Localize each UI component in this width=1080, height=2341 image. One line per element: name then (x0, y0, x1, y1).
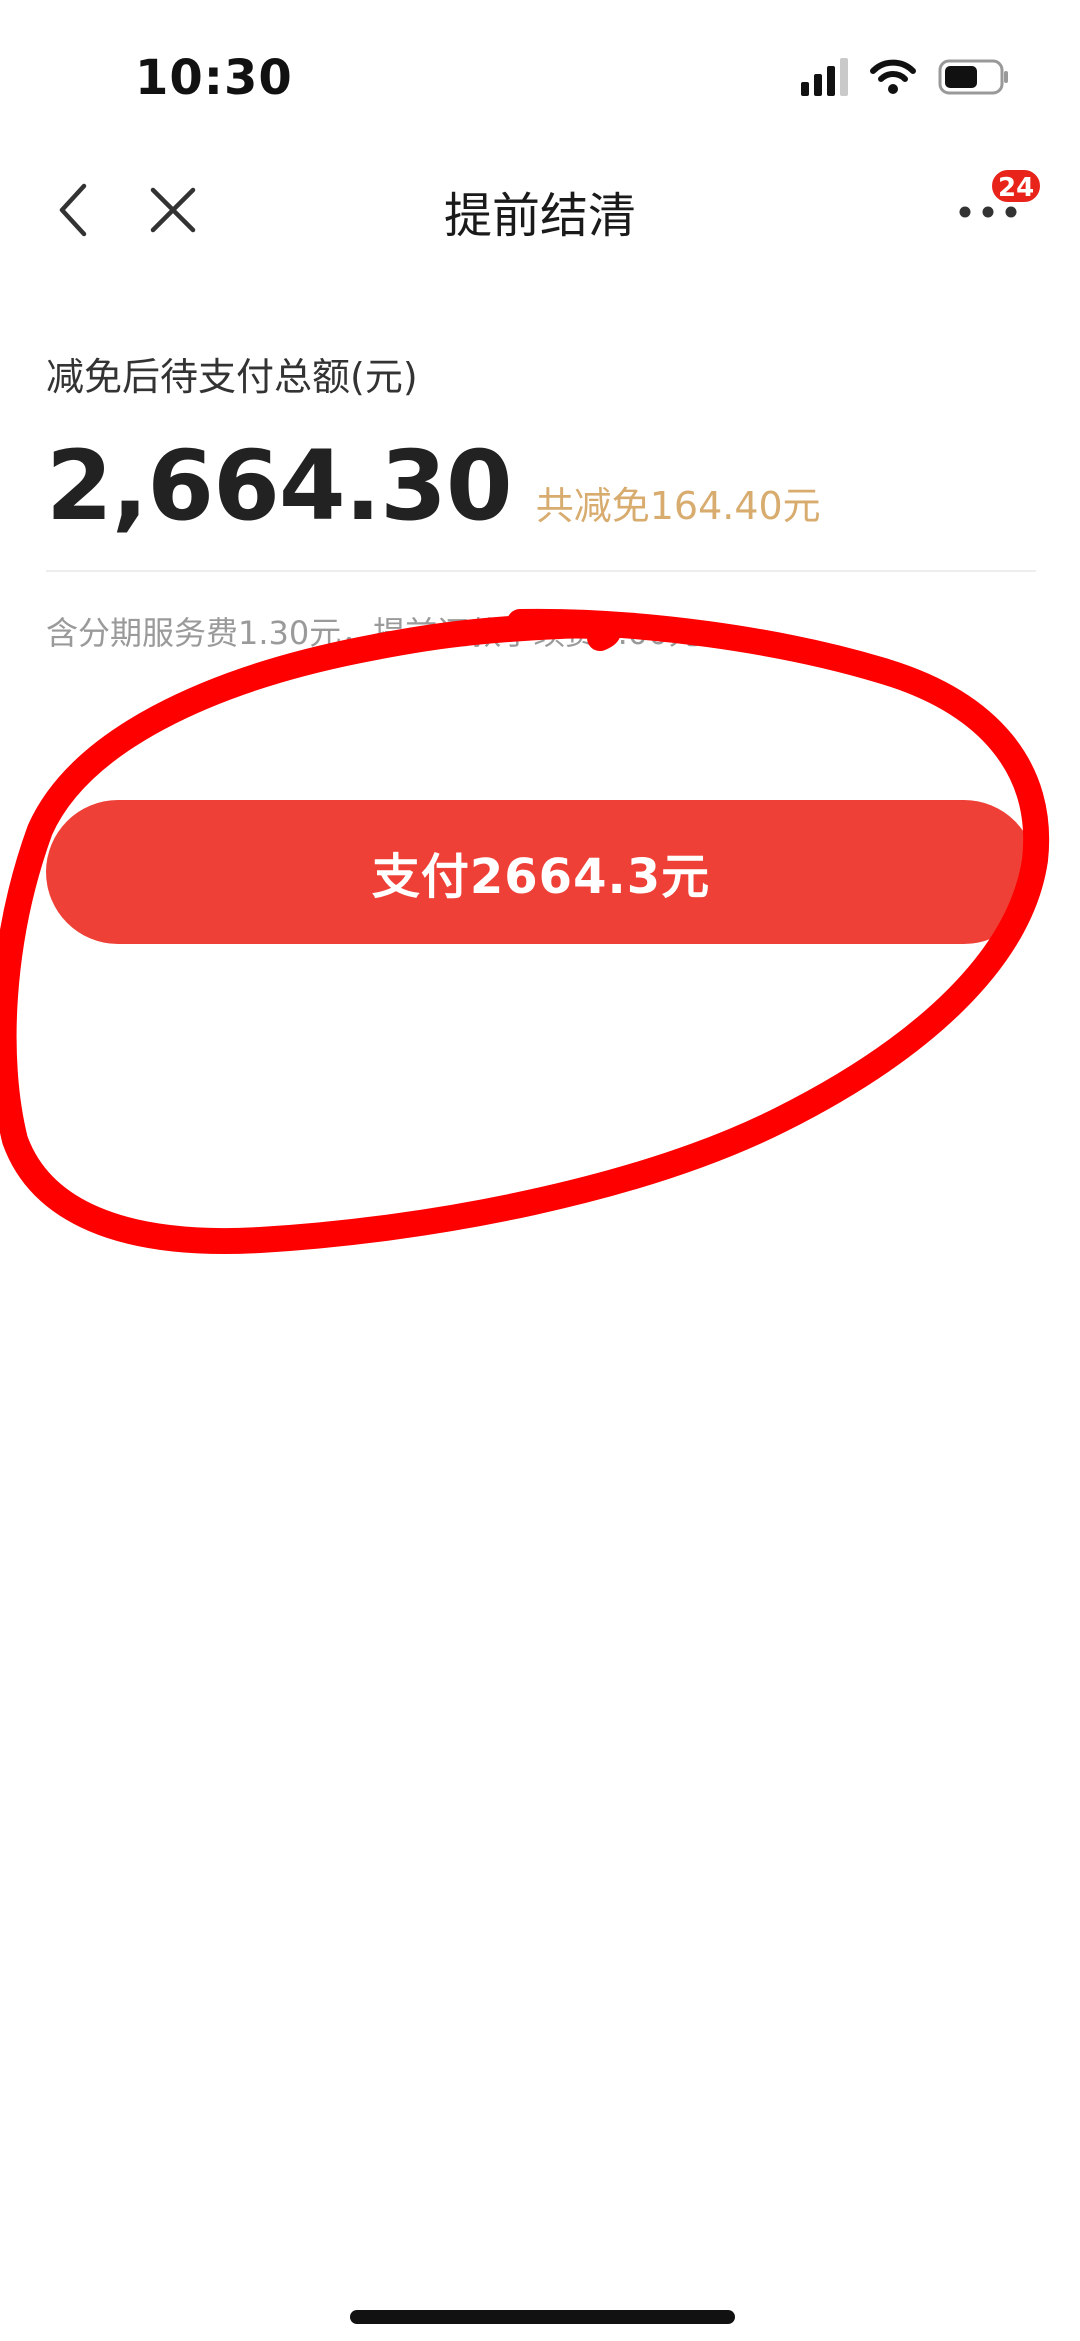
signal-icon (801, 58, 848, 96)
wifi-icon (870, 59, 916, 95)
amount-row: 2,664.30 共减免164.40元 (46, 430, 821, 542)
notification-badge: 24 (990, 168, 1043, 204)
pay-button[interactable]: 支付2664.3元 (46, 800, 1036, 944)
fee-text: 含分期服务费1.30元，提前还款手续费0.00元 (46, 614, 701, 652)
home-indicator (350, 2310, 735, 2324)
discount-text: 共减免164.40元 (535, 484, 821, 528)
amount-value: 2,664.30 (46, 430, 513, 542)
status-bar: 10:30 (0, 0, 1080, 150)
nav-bar: 提前结清 24 (0, 150, 1080, 280)
amount-label: 减免后待支付总额(元) (46, 355, 418, 399)
page-title: 提前结清 (443, 188, 636, 244)
divider (46, 570, 1036, 572)
status-time: 10:30 (135, 50, 293, 106)
status-icons (801, 58, 1010, 96)
battery-icon (938, 59, 1010, 95)
